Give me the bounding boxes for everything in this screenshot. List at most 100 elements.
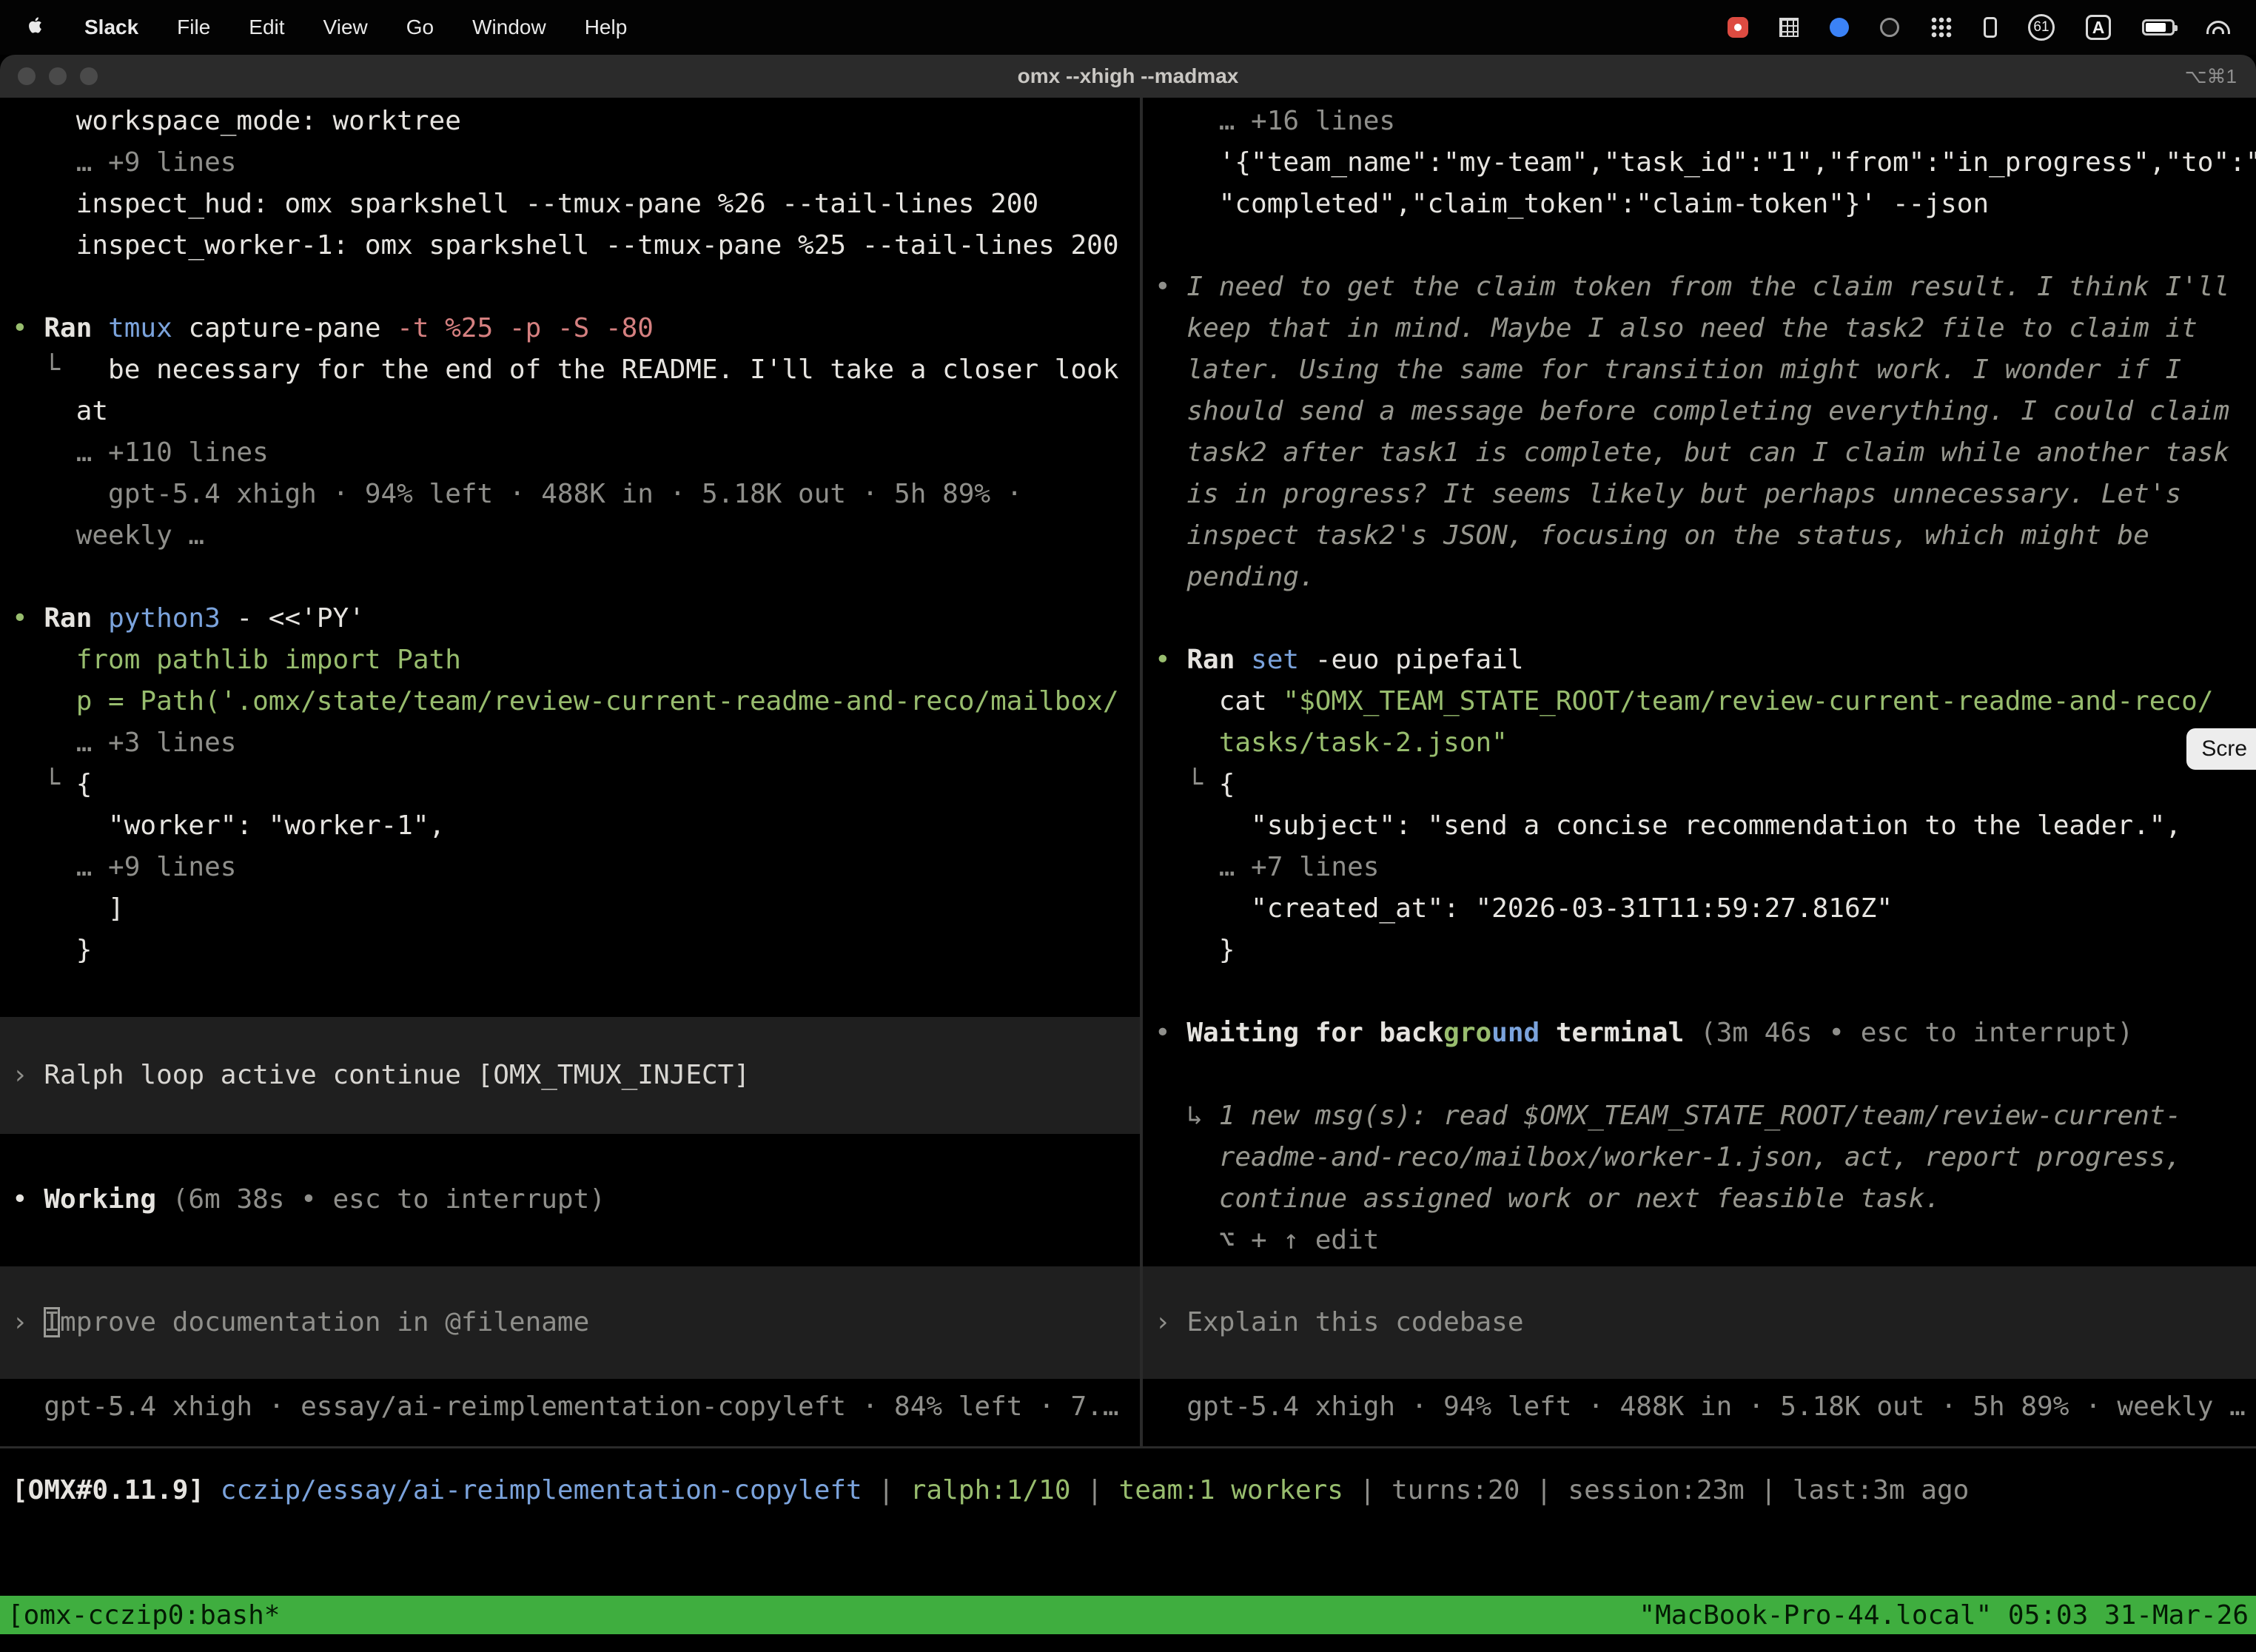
terminal-line: '{"team_name":"my-team","task_id":"1","f… — [1155, 142, 2256, 184]
omx-session-status-line: [OMX#0.11.9] cczip/essay/ai-reimplementa… — [12, 1470, 1969, 1511]
text-segment: from pathlib import Path — [12, 645, 461, 675]
text-segment: gpt-5.4 xhigh · 94% left · 488K in · 5.1… — [12, 479, 1022, 509]
terminal-line: └ be necessary for the end of the README… — [12, 349, 1140, 391]
screen-recording-icon[interactable] — [1728, 17, 1748, 38]
text-segment: } — [1155, 935, 1235, 965]
left-pane: workspace_mode: worktree … +9 lines insp… — [0, 98, 1140, 1446]
text-segment: keep that in mind. Maybe I also need the… — [1155, 313, 2198, 343]
blue-app-icon[interactable] — [1830, 18, 1849, 37]
menu-item-help[interactable]: Help — [585, 16, 628, 39]
terminal-line: tasks/task-2.json" — [1155, 722, 2256, 764]
text-segment: … +3 lines — [12, 728, 236, 758]
menu-item-window[interactable]: Window — [472, 16, 546, 39]
terminal-line: • Ran set -euo pipefail — [1155, 639, 2256, 681]
right-prompt-input[interactable]: › Explain this codebase — [1143, 1266, 2256, 1379]
right-pane-footer: gpt-5.4 xhigh · 94% left · 488K in · 5.1… — [1143, 1386, 2256, 1428]
terminal-line: inspect_worker-1: omx sparkshell --tmux-… — [12, 225, 1140, 266]
right-pane-output: … +16 lines '{"team_name":"my-team","tas… — [1143, 101, 2256, 1261]
text-segment: gpt-5.4 xhigh · essay/ai-reimplementatio… — [12, 1391, 1119, 1422]
text-segment — [1155, 728, 1219, 758]
phone-icon[interactable] — [1984, 17, 1997, 38]
text-segment: { — [76, 769, 93, 799]
terminal-line: • Ran python3 - <<'PY' — [12, 598, 1140, 639]
terminal-line: ↳ 1 new msg(s): read $OMX_TEAM_STATE_ROO… — [1155, 1095, 2256, 1137]
text-segment: "completed","claim_token":"claim-token"}… — [1155, 189, 1989, 219]
terminal-line: later. Using the same for transition mig… — [1155, 349, 2256, 391]
terminal-line: … +16 lines — [1155, 101, 2256, 142]
terminal-line: └ { — [1155, 764, 2256, 805]
left-pane-output: workspace_mode: worktree … +9 lines insp… — [0, 101, 1140, 971]
text-segment: "$OMX_TEAM_STATE_ROOT/team/review-curren… — [1283, 686, 2213, 716]
dark-app-icon[interactable] — [1880, 18, 1899, 37]
badge-61-icon[interactable]: 61 — [2028, 14, 2055, 41]
text-segment: inspect_hud: omx sparkshell --tmux-pane … — [12, 189, 1038, 219]
text-segment: Explain this codebase — [1186, 1307, 1523, 1337]
terminal-line: … +110 lines — [12, 432, 1140, 474]
menu-app-name[interactable]: Slack — [84, 16, 138, 39]
terminal-line: from pathlib import Path — [12, 639, 1140, 681]
terminal-line: ⌥ + ↑ edit — [1155, 1220, 2256, 1261]
text-segment: | — [1520, 1475, 1568, 1505]
wifi-icon[interactable] — [2206, 21, 2231, 34]
terminal-line: at — [12, 391, 1140, 432]
terminal-line — [12, 557, 1140, 598]
zoom-window-button[interactable] — [80, 67, 98, 85]
terminal-line: • Ran tmux capture-pane -t %25 -p -S -80 — [12, 308, 1140, 349]
terminal-line — [1155, 598, 2256, 639]
text-segment: cczip/essay/ai-reimplementation-copyleft — [221, 1475, 862, 1505]
text-segment: "subject": "send a concise recommendatio… — [1155, 810, 2181, 841]
text-segment: gpt-5.4 xhigh · 94% left · 488K in · 5.1… — [1155, 1391, 2246, 1422]
close-window-button[interactable] — [18, 67, 36, 85]
terminal: workspace_mode: worktree … +9 lines insp… — [0, 98, 2256, 1652]
text-segment: (6m 38s • esc to interrupt) — [172, 1184, 605, 1215]
text-segment: • — [1155, 645, 1186, 675]
text-segment: '{"team_name":"my-team","task_id":"1","f… — [1155, 147, 2256, 178]
text-segment: • — [12, 313, 44, 343]
text-segment: | — [862, 1475, 910, 1505]
text-segment: | — [1343, 1475, 1391, 1505]
terminal-line: … +9 lines — [12, 142, 1140, 184]
left-prompt-input[interactable]: › Improve documentation in @filename — [0, 1266, 1140, 1379]
terminal-line: continue assigned work or next feasible … — [1155, 1178, 2256, 1220]
text-segment: Ran — [44, 603, 108, 634]
input-source-icon[interactable]: A — [2086, 15, 2111, 40]
text-segment: tmux — [108, 313, 188, 343]
menu-item-view[interactable]: View — [323, 16, 368, 39]
text-segment: inspect_worker-1: omx sparkshell --tmux-… — [12, 230, 1119, 261]
text-segment: Waiting for back — [1186, 1018, 1443, 1048]
terminal-line: keep that in mind. Maybe I also need the… — [1155, 308, 2256, 349]
text-segment: Working — [44, 1184, 172, 1215]
left-pane-footer: gpt-5.4 xhigh · essay/ai-reimplementatio… — [0, 1386, 1140, 1428]
terminal-line: gpt-5.4 xhigh · essay/ai-reimplementatio… — [12, 1386, 1140, 1428]
text-segment: Ran — [1186, 645, 1251, 675]
window-controls — [18, 67, 98, 85]
apple-menu-icon[interactable] — [25, 15, 46, 41]
text-segment: last:3m ago — [1793, 1475, 1969, 1505]
text-segment: inspect task2's JSON, focusing on the st… — [1155, 520, 2149, 551]
menu-left: Slack File Edit View Go Window Help — [25, 15, 627, 41]
battery-icon[interactable] — [2142, 19, 2175, 36]
text-segment: is in progress? It seems likely but perh… — [1155, 479, 2181, 509]
menu-item-file[interactable]: File — [177, 16, 210, 39]
text-segment: › — [12, 1307, 44, 1337]
text-segment: • — [1155, 1018, 1186, 1048]
text-segment: pending. — [1155, 562, 1315, 592]
window-title-bar: omx --xhigh --madmax ⌥⌘1 — [0, 55, 2256, 98]
ralph-inject-banner: › Ralph loop active continue [OMX_TMUX_I… — [0, 1017, 1140, 1134]
screen-share-overlay[interactable]: Scre — [2186, 728, 2256, 770]
terminal-line: gpt-5.4 xhigh · 94% left · 488K in · 5.1… — [12, 474, 1140, 515]
menu-item-go[interactable]: Go — [406, 16, 434, 39]
text-segment: [OMX#0.11.9] — [12, 1475, 221, 1505]
text-segment: session:23m — [1568, 1475, 1744, 1505]
minimize-window-button[interactable] — [49, 67, 67, 85]
dots-grid-icon[interactable] — [1930, 16, 1953, 38]
terminal-line — [1155, 1054, 2256, 1095]
terminal-line — [1155, 971, 2256, 1013]
text-segment: weekly … — [12, 520, 204, 551]
terminal-line: p = Path('.omx/state/team/review-current… — [12, 681, 1140, 722]
text-segment: -euo pipefail — [1315, 645, 1524, 675]
text-segment: Ralph loop active continue [OMX_TMUX_INJ… — [44, 1060, 750, 1090]
grid-app-icon[interactable] — [1779, 18, 1799, 37]
menu-item-edit[interactable]: Edit — [249, 16, 284, 39]
text-segment: should send a message before completing … — [1155, 396, 2229, 426]
